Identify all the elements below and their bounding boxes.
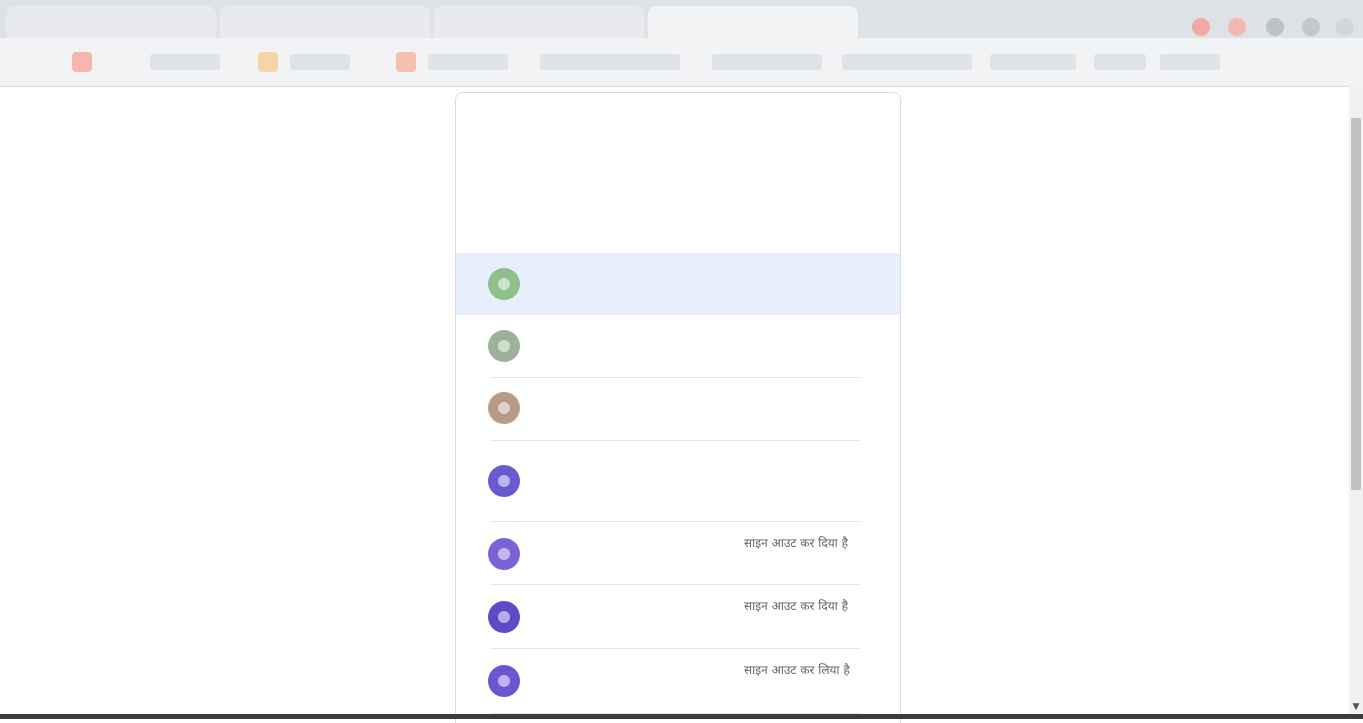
avatar — [488, 268, 520, 300]
avatar — [488, 465, 520, 497]
scroll-down-icon[interactable]: ▼ — [1349, 700, 1363, 714]
browser-tab[interactable] — [220, 6, 430, 38]
account-row[interactable] — [456, 441, 900, 521]
account-status: साइन आउट कर दिया है — [744, 536, 848, 550]
bookmark-item[interactable] — [150, 54, 220, 70]
account-row[interactable] — [456, 315, 900, 377]
avatar — [488, 665, 520, 697]
bookmark-icon[interactable] — [396, 52, 416, 72]
bookmark-icon[interactable] — [72, 52, 92, 72]
account-row[interactable]: साइन आउट कर दिया है — [456, 522, 900, 584]
account-status: साइन आउट कर लिया है — [744, 663, 850, 677]
bookmark-item[interactable] — [1094, 54, 1146, 70]
browser-chrome — [0, 0, 1363, 87]
browser-tab[interactable] — [6, 6, 216, 38]
account-row[interactable] — [456, 253, 900, 315]
bookmark-item[interactable] — [990, 54, 1076, 70]
avatar — [488, 330, 520, 362]
account-row[interactable]: साइन आउट कर दिया है — [456, 585, 900, 647]
page-scrollbar[interactable]: ▼ — [1349, 86, 1363, 714]
account-chooser-card: साइन आउट कर दिया है साइन आउट कर दिया है … — [455, 92, 901, 723]
avatar — [488, 601, 520, 633]
extensions-menu-icon[interactable] — [1302, 18, 1320, 36]
bookmarks-bar — [0, 44, 1363, 80]
bookmark-item[interactable] — [428, 54, 508, 70]
avatar — [488, 538, 520, 570]
bookmark-item[interactable] — [712, 54, 822, 70]
extension-icon[interactable] — [1192, 18, 1210, 36]
browser-tab[interactable] — [434, 6, 644, 38]
window-bottom-edge — [0, 714, 1363, 719]
browser-menu-icon[interactable] — [1336, 18, 1354, 36]
tab-strip — [0, 0, 1363, 38]
account-status: साइन आउट कर दिया है — [744, 599, 848, 613]
bookmark-item[interactable] — [1160, 54, 1220, 70]
account-row[interactable] — [456, 378, 900, 440]
profile-icon[interactable] — [1266, 18, 1284, 36]
bookmark-item[interactable] — [842, 54, 972, 70]
account-row[interactable]: साइन आउट कर लिया है — [456, 649, 900, 713]
browser-tab-active[interactable] — [648, 6, 858, 38]
extension-icon[interactable] — [1228, 18, 1246, 36]
bookmark-icon[interactable] — [258, 52, 278, 72]
scrollbar-thumb[interactable] — [1351, 118, 1361, 490]
avatar — [488, 392, 520, 424]
bookmark-item[interactable] — [540, 54, 680, 70]
bookmark-item[interactable] — [290, 54, 350, 70]
